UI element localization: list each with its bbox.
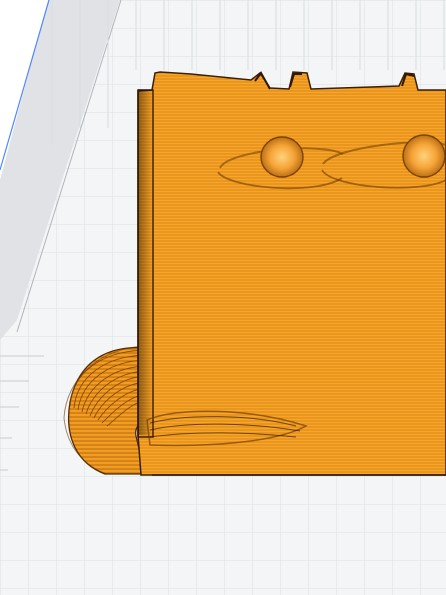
right-hole-icon	[402, 134, 446, 178]
model-left-shadow	[138, 89, 153, 435]
model-body	[137, 71, 446, 476]
layer-preview-svg[interactable]	[0, 0, 446, 595]
left-hole-icon	[260, 136, 304, 178]
3d-preview-viewport[interactable]	[0, 0, 446, 595]
